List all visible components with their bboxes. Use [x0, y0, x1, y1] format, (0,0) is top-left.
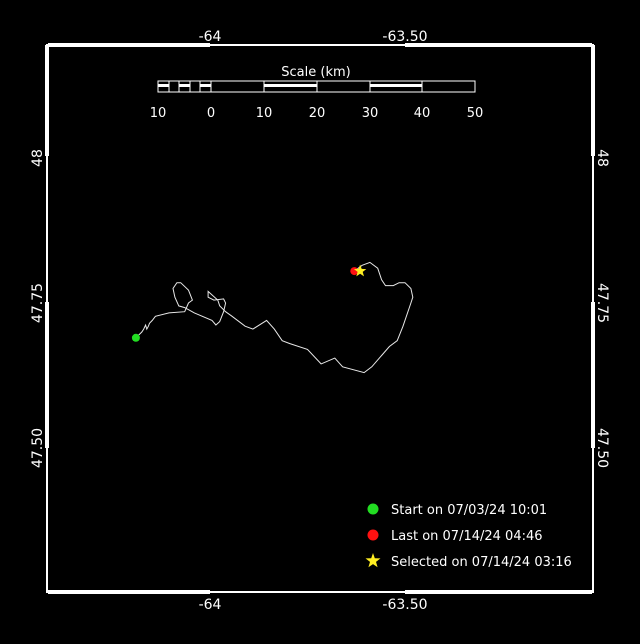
- scale-label-6: 40: [414, 106, 431, 121]
- legend-start-marker: [367, 503, 379, 515]
- scale-label-4: 20: [309, 106, 326, 121]
- scale-label-5: 30: [362, 106, 379, 121]
- scale-label-7: 50: [467, 106, 484, 121]
- right-y-label-3: 47.50: [594, 428, 610, 468]
- legend-last-label: Last on 07/14/24 04:46: [391, 529, 543, 544]
- legend-start-label: Start on 07/03/24 10:01: [391, 503, 547, 518]
- start-marker: [131, 333, 140, 342]
- left-y-label-3: 47.50: [30, 428, 46, 468]
- track-map: -64 -63.50 -64 -63.50 48 47.75 47.50 48 …: [30, 29, 610, 613]
- right-y-label-1: 48: [594, 149, 610, 167]
- legend-last-marker: [367, 529, 379, 541]
- legend-selected-label: Selected on 07/14/24 03:16: [391, 555, 572, 570]
- scale-bar: Scale (km) 10 0 10 20 30 40 50: [150, 65, 484, 121]
- left-y-label-2: 47.75: [30, 283, 46, 323]
- bottom-x-label-2: -63.50: [382, 597, 427, 613]
- legend-selected-star-icon: [365, 553, 381, 568]
- top-x-label-2: -63.50: [382, 29, 427, 45]
- right-y-label-2: 47.75: [594, 283, 610, 323]
- scale-label-3: 10: [256, 106, 273, 121]
- scale-label-2: 0: [207, 106, 215, 121]
- scale-label-1: 10: [150, 106, 167, 121]
- left-y-label-1: 48: [30, 149, 46, 167]
- scale-title: Scale (km): [281, 65, 350, 80]
- track-layer: [131, 261, 414, 374]
- drift-track-line: [135, 261, 414, 374]
- top-x-label-1: -64: [199, 29, 222, 45]
- bottom-x-label-1: -64: [199, 597, 222, 613]
- legend: Start on 07/03/24 10:01 Last on 07/14/24…: [365, 503, 572, 570]
